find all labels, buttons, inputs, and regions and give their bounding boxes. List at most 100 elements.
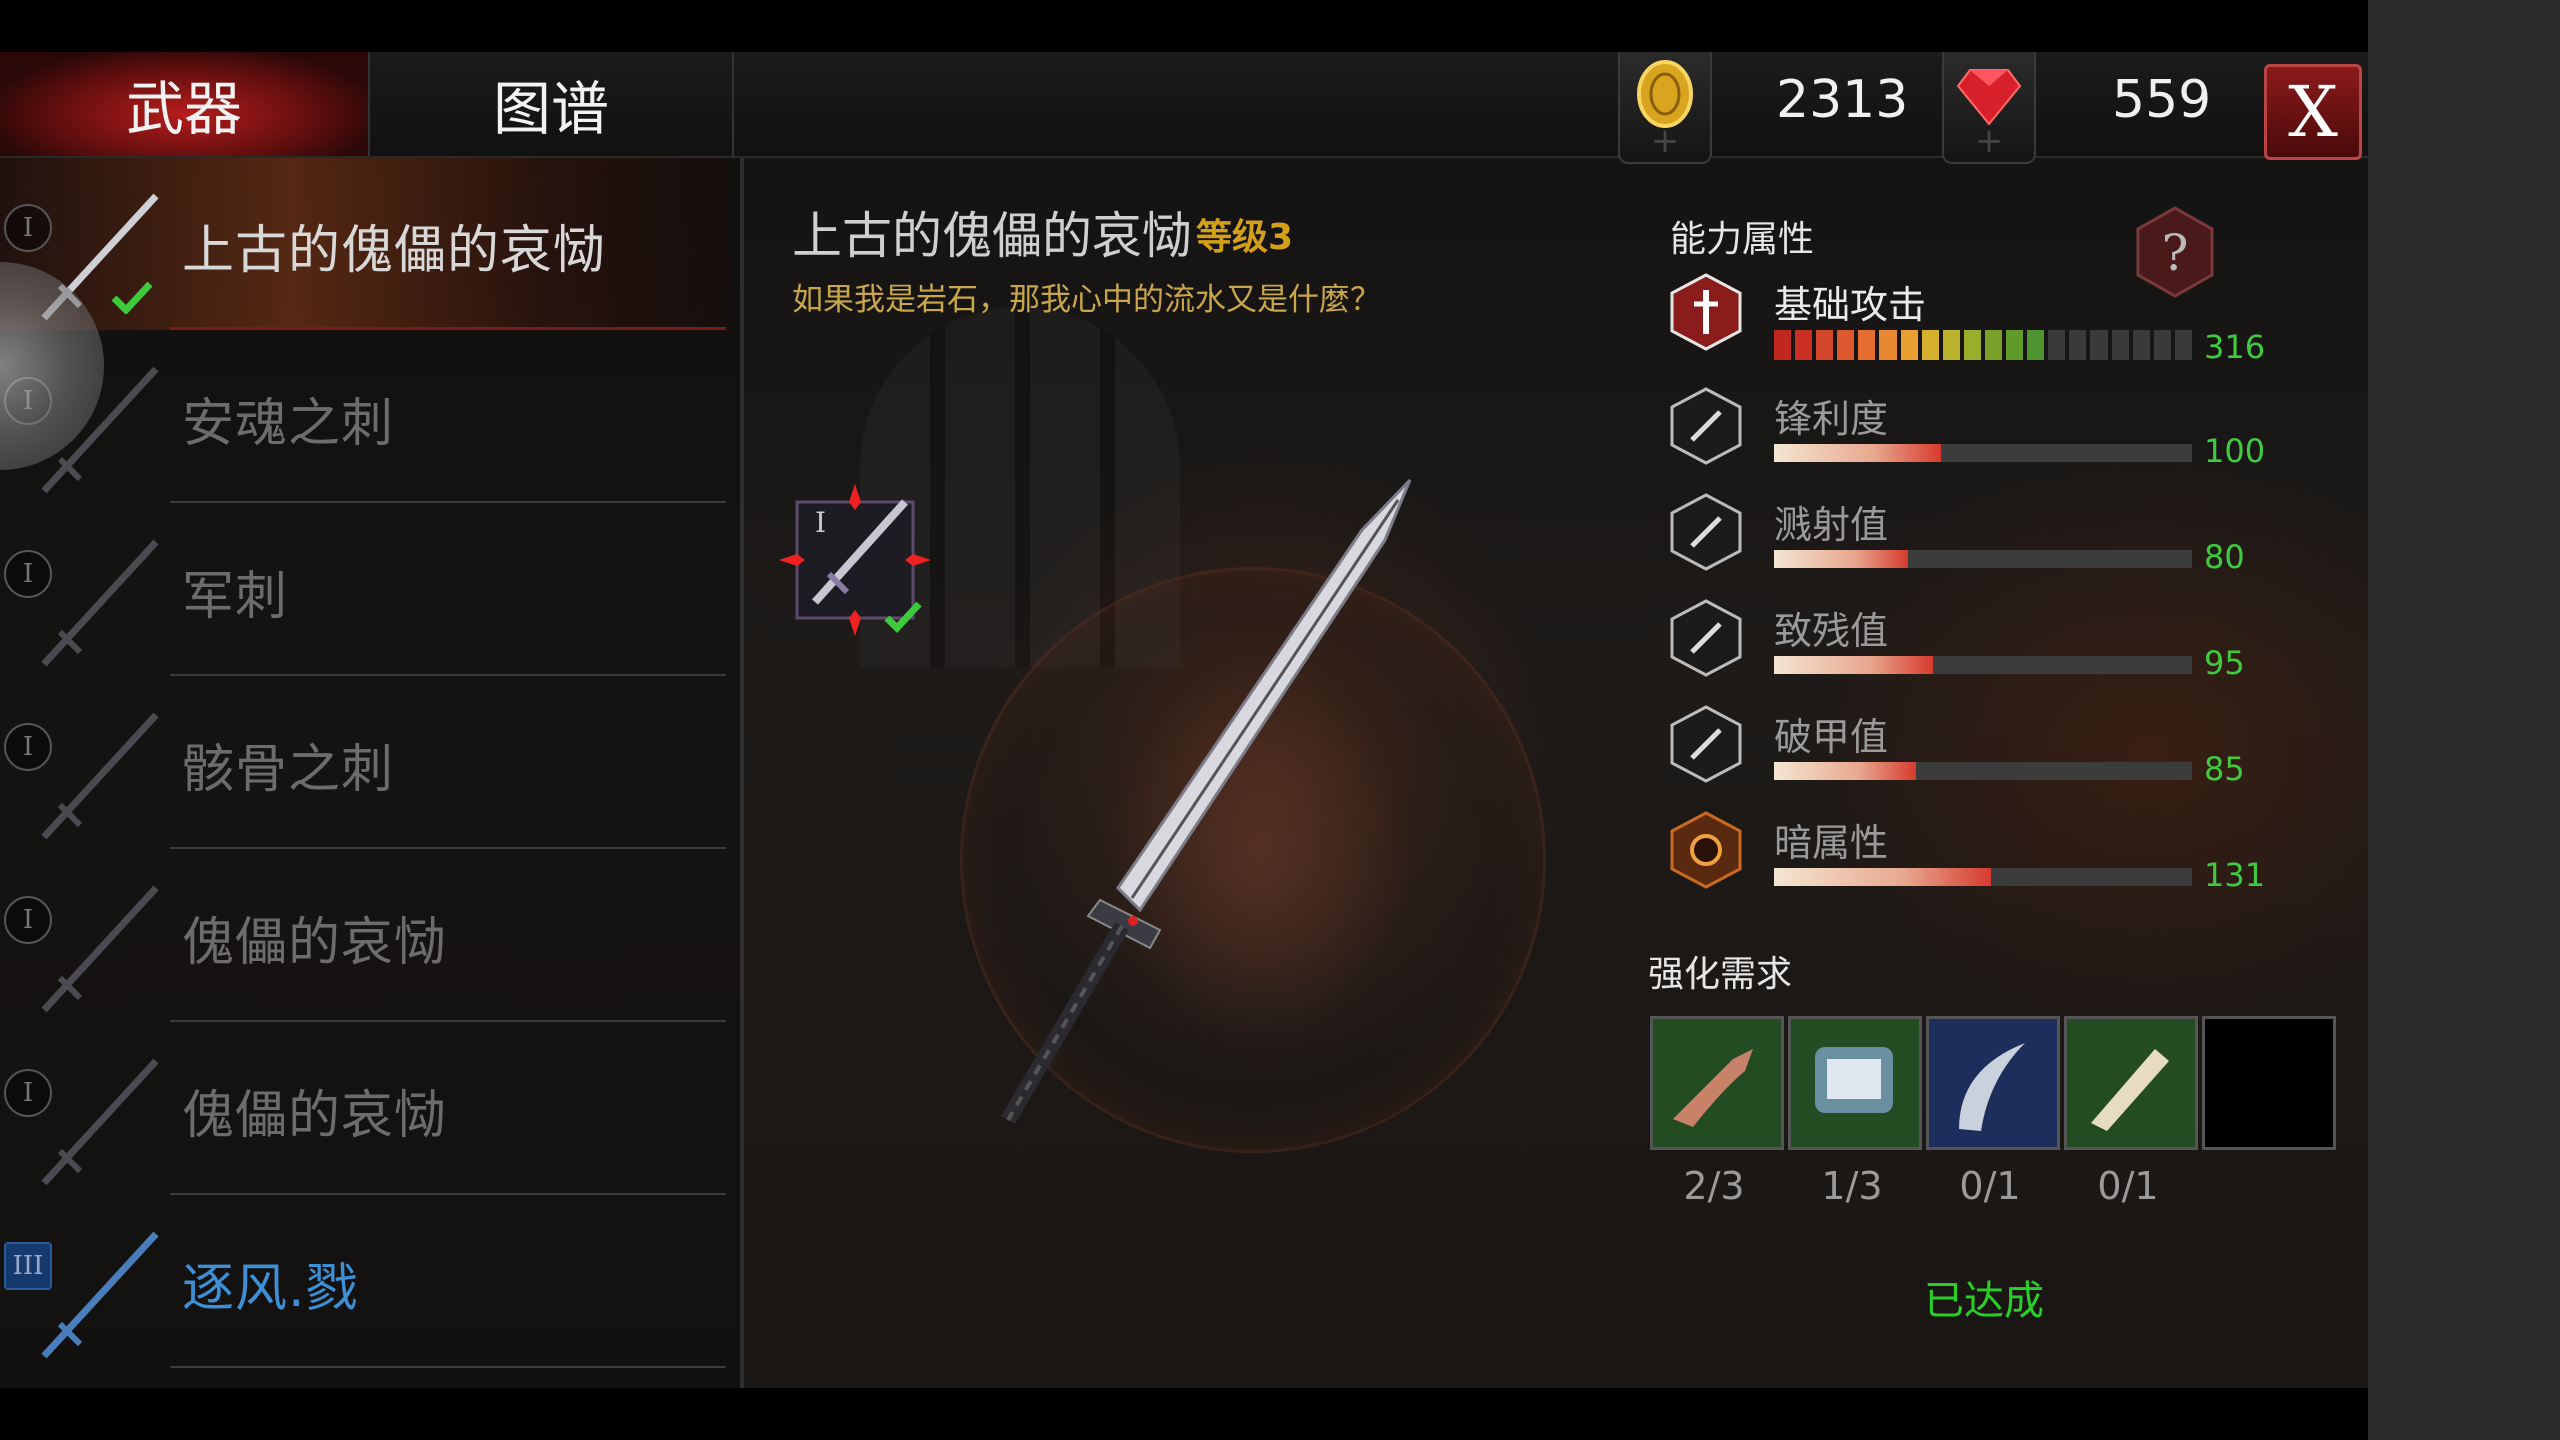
stat-row: 致残值 95 bbox=[1666, 598, 2286, 698]
stat-bar bbox=[1774, 868, 2192, 886]
close-icon: X bbox=[2288, 71, 2338, 153]
requirement-slot[interactable] bbox=[1926, 1016, 2060, 1150]
weapon-level: 等级3 bbox=[1196, 217, 1294, 258]
gem-amount: 559 bbox=[2112, 70, 2212, 130]
screen-edge bbox=[2368, 0, 2560, 1440]
requirement-count: 2/3 bbox=[1683, 1164, 1745, 1208]
stat-bar-fill bbox=[1774, 868, 1992, 886]
gold-coin-icon: + bbox=[1637, 60, 1693, 161]
dark-element-icon bbox=[1670, 811, 1742, 889]
tab-weapon-label: 武器 bbox=[125, 75, 242, 143]
list-divider bbox=[170, 674, 726, 676]
attack-icon bbox=[1670, 273, 1742, 351]
attack-bar-segment bbox=[1795, 330, 1813, 360]
letterbox-bottom bbox=[0, 1388, 2368, 1440]
tab-weapon[interactable]: 武器 bbox=[0, 52, 368, 156]
stat-row: 锋利度 100 bbox=[1666, 386, 2286, 486]
stat-value: 100 bbox=[2204, 432, 2266, 470]
list-divider bbox=[170, 1193, 726, 1195]
stat-row: 破甲值 85 bbox=[1666, 704, 2286, 804]
weapon-list[interactable]: I上古的傀儡的哀恸I安魂之刺I军刺I骸骨之刺I傀儡的哀恸I傀儡的哀恸III逐风.… bbox=[0, 158, 744, 1388]
stat-name: 基础攻击 bbox=[1774, 283, 1927, 327]
attack-bar-segment bbox=[2111, 330, 2129, 360]
stat-value: 80 bbox=[2204, 538, 2245, 576]
attack-bar-segment bbox=[2048, 330, 2066, 360]
cripple-icon bbox=[1670, 599, 1742, 677]
status-achieved: 已达成 bbox=[1924, 1278, 2044, 1324]
gem-add-button[interactable]: + bbox=[1942, 52, 2036, 164]
list-divider bbox=[170, 847, 726, 849]
requirement-slot[interactable] bbox=[2064, 1016, 2198, 1150]
weapon-thumbnail-icon bbox=[41, 712, 159, 840]
ruby-gem-icon: + bbox=[1956, 69, 2022, 161]
stat-row: 基础攻击 316 bbox=[1666, 272, 2286, 372]
attack-bar-segment bbox=[1879, 330, 1897, 360]
fang-icon bbox=[1959, 1043, 2025, 1131]
list-divider bbox=[170, 1020, 726, 1022]
requirement-slot[interactable] bbox=[1788, 1016, 1922, 1150]
stat-bar bbox=[1774, 656, 2192, 674]
attack-bar-segment bbox=[2006, 330, 2024, 360]
attack-bar-segment bbox=[1816, 330, 1834, 360]
equipped-check-icon bbox=[111, 281, 153, 314]
attack-bar-segment bbox=[1921, 330, 1939, 360]
attack-bar-segment bbox=[1900, 330, 1918, 360]
attack-bar-segment bbox=[1942, 330, 1960, 360]
attack-bar-segment bbox=[1774, 330, 1792, 360]
gold-amount: 2313 bbox=[1776, 70, 1909, 130]
weapon-thumbnail-icon bbox=[41, 539, 159, 667]
stat-value: 95 bbox=[2204, 644, 2245, 682]
weapon-name: 安魂之刺 bbox=[182, 394, 395, 454]
list-divider bbox=[170, 1366, 726, 1368]
weapon-name: 傀儡的哀恸 bbox=[182, 913, 448, 973]
attack-bar-segment bbox=[2132, 330, 2150, 360]
stat-row: 暗属性 131 bbox=[1666, 810, 2286, 910]
attributes-title: 能力属性 bbox=[1670, 219, 1815, 260]
stat-bar-fill bbox=[1774, 444, 1942, 462]
weapon-list-item[interactable]: I 军刺 bbox=[0, 504, 730, 676]
requirement-slot[interactable] bbox=[1650, 1016, 1784, 1150]
rune-slot[interactable]: I bbox=[775, 480, 935, 640]
weapon-list-item[interactable]: I安魂之刺 bbox=[0, 331, 730, 503]
svg-text:+: + bbox=[1975, 121, 2004, 161]
crystal-ore-icon bbox=[1815, 1047, 1893, 1113]
weapon-thumbnail-icon bbox=[41, 1231, 159, 1359]
weapon-list-item[interactable]: III 逐风.戮 bbox=[0, 1196, 730, 1368]
weapon-list-item[interactable]: I 傀儡的哀恸 bbox=[0, 1023, 730, 1195]
list-divider bbox=[170, 501, 726, 503]
weapon-name: 骸骨之刺 bbox=[182, 740, 395, 800]
attack-bar-segment bbox=[2027, 330, 2045, 360]
weapon-thumbnail-icon bbox=[41, 885, 159, 1013]
weapon-preview-image bbox=[1001, 478, 1412, 1125]
stat-name: 锋利度 bbox=[1774, 397, 1889, 441]
weapon-description: 如果我是岩石，那我心中的流水又是什麼？ bbox=[792, 282, 1381, 318]
stat-value: 85 bbox=[2204, 750, 2245, 788]
stat-name: 溅射值 bbox=[1774, 503, 1889, 547]
weapon-name: 军刺 bbox=[182, 567, 289, 627]
close-button[interactable]: X bbox=[2264, 64, 2362, 160]
stat-row: 溅射值 80 bbox=[1666, 492, 2286, 592]
attack-bar-segment bbox=[2153, 330, 2171, 360]
tab-atlas[interactable]: 图谱 bbox=[368, 52, 734, 156]
bone-icon bbox=[2091, 1049, 2169, 1131]
stat-bar bbox=[1774, 550, 2192, 568]
attack-level-bar bbox=[1774, 330, 2192, 360]
stat-bar-fill bbox=[1774, 550, 1908, 568]
stat-name: 致残值 bbox=[1774, 609, 1889, 653]
header-bar: 武器 图谱 + 2313 + 559 X bbox=[0, 52, 2368, 164]
requirement-count: 0/1 bbox=[1959, 1164, 2021, 1208]
attack-bar-segment bbox=[2090, 330, 2108, 360]
stat-bar bbox=[1774, 762, 2192, 780]
requirement-slot-empty[interactable] bbox=[2202, 1016, 2336, 1150]
attack-bar-segment bbox=[2069, 330, 2087, 360]
gold-add-button[interactable]: + bbox=[1618, 52, 1712, 164]
weapon-list-item[interactable]: I 傀儡的哀恸 bbox=[0, 850, 730, 1022]
attack-bar-segment bbox=[1858, 330, 1876, 360]
weapon-name: 逐风.戮 bbox=[182, 1259, 359, 1319]
armor-break-icon bbox=[1670, 705, 1742, 783]
tab-atlas-label: 图谱 bbox=[492, 75, 609, 143]
stat-bar-fill bbox=[1774, 762, 1917, 780]
weapon-list-item[interactable]: I 上古的傀儡的哀恸 bbox=[0, 158, 730, 330]
weapon-list-item[interactable]: I 骸骨之刺 bbox=[0, 677, 730, 849]
weapon-name: 傀儡的哀恸 bbox=[182, 1086, 448, 1146]
